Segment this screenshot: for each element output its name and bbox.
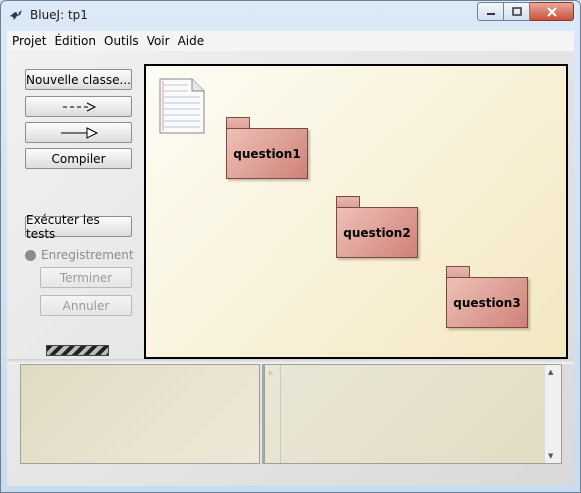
maximize-icon: [511, 6, 522, 16]
codepad[interactable]: ▹ ▲ ▼: [264, 364, 562, 464]
recording-indicator: Enregistrement: [25, 248, 134, 262]
prompt-marker-icon: ▹: [269, 368, 274, 377]
new-inheritance-button[interactable]: [25, 122, 132, 143]
readme-document-icon[interactable]: [158, 77, 206, 135]
end-recording-button[interactable]: Terminer: [40, 267, 132, 288]
menu-aide[interactable]: Aide: [178, 34, 205, 48]
title-bar[interactable]: BlueJ: tp1: [1, 1, 580, 31]
menu-bar: Projet Édition Outils Voir Aide: [7, 31, 574, 51]
recording-label: Enregistrement: [41, 248, 134, 262]
menu-edition[interactable]: Édition: [54, 34, 96, 48]
class-diagram-canvas[interactable]: question1 question2 question3: [144, 64, 568, 359]
codepad-scrollbar[interactable]: ▲ ▼: [544, 365, 561, 463]
new-class-button[interactable]: Nouvelle classe...: [25, 69, 132, 90]
package-label: question3: [446, 277, 528, 328]
menu-outils[interactable]: Outils: [104, 34, 139, 48]
scroll-down-icon[interactable]: ▼: [548, 452, 553, 460]
cancel-recording-button[interactable]: Annuler: [40, 295, 132, 316]
window-controls: [477, 2, 574, 21]
codepad-gutter: ▹: [265, 365, 281, 463]
minimize-button[interactable]: [477, 2, 504, 21]
compile-button[interactable]: Compiler: [25, 148, 132, 169]
package-question2[interactable]: question2: [336, 196, 418, 258]
bluej-bird-icon: [10, 10, 22, 20]
minimize-icon: [486, 12, 495, 15]
run-tests-button[interactable]: Exécuter les tests: [25, 213, 132, 241]
menu-voir[interactable]: Voir: [147, 34, 170, 48]
maximize-button[interactable]: [504, 2, 530, 21]
machine-activity-indicator: [46, 345, 109, 356]
bluej-window: BlueJ: tp1 Projet Édition Outils Voir Ai…: [0, 0, 581, 493]
close-button[interactable]: [530, 2, 574, 21]
package-label: question1: [226, 128, 308, 179]
package-question1[interactable]: question1: [226, 117, 308, 179]
close-icon: [546, 6, 557, 17]
main-area: Nouvelle classe... Compiler Exécuter les…: [7, 51, 574, 486]
menu-projet[interactable]: Projet: [12, 34, 46, 48]
new-dependency-button[interactable]: [25, 96, 132, 117]
object-bench[interactable]: [20, 364, 260, 464]
package-label: question2: [336, 207, 418, 258]
scroll-up-icon[interactable]: ▲: [548, 368, 553, 376]
window-title: BlueJ: tp1: [30, 8, 88, 22]
inheritance-arrow-icon: [60, 126, 98, 139]
package-question3[interactable]: question3: [446, 266, 528, 328]
dashed-arrow-icon: [62, 102, 96, 111]
recording-dot-icon: [25, 249, 36, 261]
